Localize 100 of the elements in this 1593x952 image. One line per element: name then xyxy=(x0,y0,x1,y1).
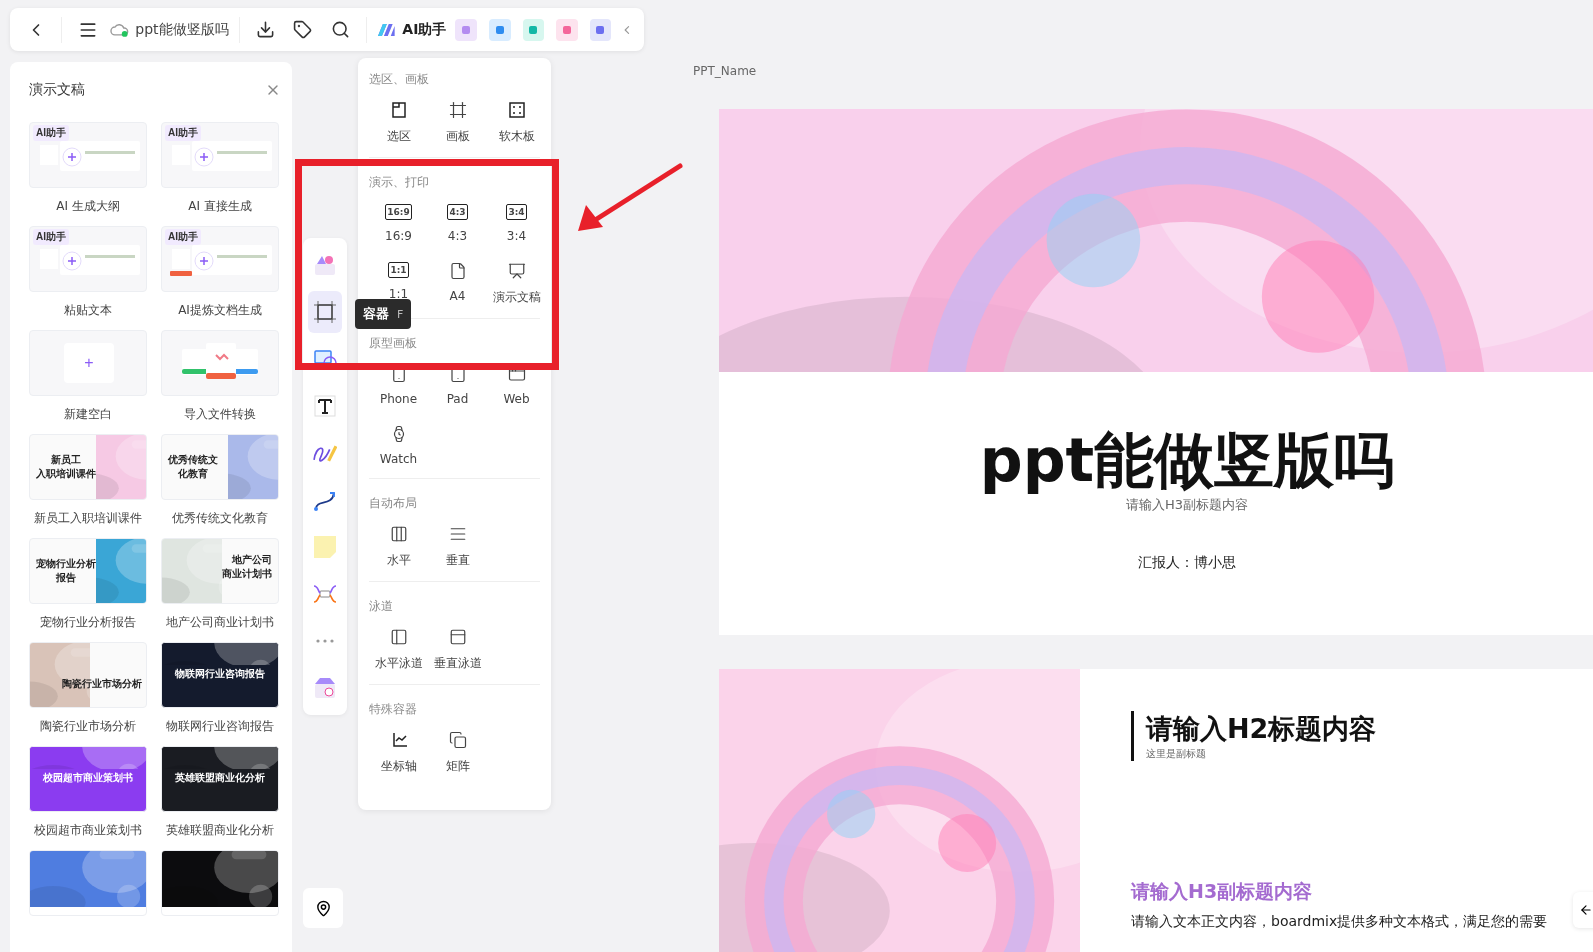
app-shortcut-icon[interactable] xyxy=(488,18,511,41)
template-label: AI 直接生成 xyxy=(188,198,252,214)
template-card[interactable]: AI助手 xyxy=(29,226,147,292)
container-option[interactable]: 4:3 4:3 xyxy=(428,202,487,245)
tooltip-label: 容器 xyxy=(363,305,389,323)
template-label: AI提炼文档生成 xyxy=(178,302,262,318)
container-option[interactable]: 水平泳道 xyxy=(369,626,428,674)
template-label: 新建空白 xyxy=(64,406,112,422)
ai-assistant-badge: AI助手 xyxy=(33,229,69,245)
template-label: 陶瓷行业市场分析 xyxy=(40,718,136,734)
app-shortcut-icon[interactable] xyxy=(589,18,612,41)
app-shortcut-icon[interactable] xyxy=(455,18,477,41)
presentation-icon xyxy=(507,262,526,280)
template-card[interactable]: AI助手 xyxy=(161,122,279,188)
template-card[interactable]: 校园超市商业策划书 xyxy=(29,746,147,812)
page-name: PPT_Name xyxy=(693,64,758,78)
container-option[interactable]: Phone xyxy=(369,363,428,408)
container-option[interactable]: 软木板 xyxy=(487,99,546,147)
horizontal-lane-icon xyxy=(389,628,408,646)
sticky-note-icon xyxy=(312,534,338,560)
template-title: 宠物行业分析 报告 xyxy=(36,557,96,584)
template-label: AI 生成大纲 xyxy=(56,198,120,214)
aspect-ratio-icon: 1:1 xyxy=(388,262,409,278)
frame-icon xyxy=(448,101,467,119)
template-label: 宠物行业分析报告 xyxy=(40,614,136,630)
pen-icon xyxy=(313,444,337,462)
matrix-icon xyxy=(448,731,467,749)
board-icon xyxy=(507,101,526,119)
template-title: 陶瓷行业市场分析 xyxy=(62,677,142,691)
template-label: 新员工入职培训课件 xyxy=(34,510,142,526)
template-label: 物联网行业咨询报告 xyxy=(166,718,274,734)
minimap-button[interactable] xyxy=(303,888,343,928)
template-title: 优秀传统文 化教育 xyxy=(168,453,218,480)
template-card[interactable]: 优秀传统文 化教育 xyxy=(161,434,279,500)
page-icon xyxy=(448,262,467,280)
container-option[interactable]: 16:9 16:9 xyxy=(369,202,428,245)
template-card[interactable]: + xyxy=(29,330,147,396)
reporter-text: 汇报人：博小思 xyxy=(1138,554,1236,572)
container-option[interactable]: A4 xyxy=(428,260,487,308)
container-option[interactable]: Web xyxy=(487,363,546,408)
template-card[interactable] xyxy=(161,850,279,916)
template-label: 导入文件转换 xyxy=(184,406,256,422)
frame-icon xyxy=(312,299,338,325)
template-label: 校园超市商业策划书 xyxy=(34,822,142,838)
plus-icon: + xyxy=(64,343,114,383)
container-option[interactable]: 演示文稿 xyxy=(487,260,546,308)
template-card[interactable]: AI助手 xyxy=(161,226,279,292)
section-title: 特殊容器 xyxy=(369,702,418,717)
section-title: 演示、打印 xyxy=(369,175,430,190)
template-label: 优秀传统文化教育 xyxy=(172,510,268,526)
template-card[interactable]: 地产公司 商业计划书 xyxy=(161,538,279,604)
container-option[interactable]: 矩阵 xyxy=(428,729,487,777)
template-title: 校园超市商业策划书 xyxy=(42,771,134,785)
template-card[interactable]: 陶瓷行业市场分析 xyxy=(29,642,147,708)
search-icon xyxy=(330,20,350,39)
panel-title: 演示文稿 xyxy=(29,81,85,99)
slide-subtitle: 请输入H3副标题内容 xyxy=(1125,496,1248,514)
container-option[interactable]: 水平 xyxy=(369,523,428,571)
aspect-ratio-icon: 4:3 xyxy=(447,204,468,220)
rows-icon xyxy=(448,525,467,543)
tag-icon xyxy=(293,20,313,39)
template-label: 英雄联盟商业化分析 xyxy=(166,822,274,838)
container-option[interactable]: 垂直泳道 xyxy=(428,626,487,674)
container-option[interactable]: Watch xyxy=(369,423,428,468)
template-title: 地产公司 商业计划书 xyxy=(222,553,272,580)
ai-assistant-badge: AI助手 xyxy=(165,125,201,141)
template-label: 地产公司商业计划书 xyxy=(166,614,274,630)
aspect-ratio-icon: 16:9 xyxy=(385,204,412,220)
section-title: 泳道 xyxy=(369,599,394,614)
template-card[interactable]: 宠物行业分析 报告 xyxy=(29,538,147,604)
more-icon xyxy=(316,639,334,643)
app-shortcut-icon[interactable] xyxy=(522,18,545,41)
container-option[interactable]: 垂直 xyxy=(428,523,487,571)
template-title: 物联网行业咨询报告 xyxy=(174,667,266,681)
slide-h3-heading: 请输入H3副标题内容 xyxy=(1131,879,1314,904)
vertical-lane-icon xyxy=(448,628,467,646)
slide-body-text: 请输入文本正文内容，boardmix提供多种文本格式，满足您的需要 xyxy=(1131,913,1549,931)
template-card[interactable]: 新员工 入职培训课件 xyxy=(29,434,147,500)
template-title: 英雄联盟商业化分析 xyxy=(174,771,266,785)
container-option[interactable]: Pad xyxy=(428,363,487,408)
template-label: 粘贴文本 xyxy=(64,302,112,318)
template-card[interactable]: AI助手 xyxy=(29,122,147,188)
download-icon xyxy=(255,20,275,39)
template-card[interactable]: 英雄联盟商业化分析 xyxy=(161,746,279,812)
app-shortcut-icon[interactable] xyxy=(556,18,578,41)
plugin-box-icon xyxy=(312,675,338,701)
ai-assistant-badge: AI助手 xyxy=(165,229,201,245)
map-icon xyxy=(314,899,332,917)
container-option[interactable]: 坐标轴 xyxy=(369,729,428,777)
ai-assistant-label: AI助手 xyxy=(402,20,447,39)
container-option[interactable]: 画板 xyxy=(428,99,487,147)
container-option[interactable]: 3:4 3:4 xyxy=(487,202,546,245)
section-title: 自动布局 xyxy=(369,496,418,511)
ai-logo-icon xyxy=(376,22,397,37)
template-card[interactable]: 物联网行业咨询报告 xyxy=(161,642,279,708)
columns-icon xyxy=(389,525,408,543)
aspect-ratio-icon: 3:4 xyxy=(506,204,527,220)
template-title: 新员工 入职培训课件 xyxy=(36,453,96,480)
slide-heading: 请输入H2标题内容 xyxy=(1146,712,1378,746)
container-option[interactable]: 选区 xyxy=(369,99,428,147)
